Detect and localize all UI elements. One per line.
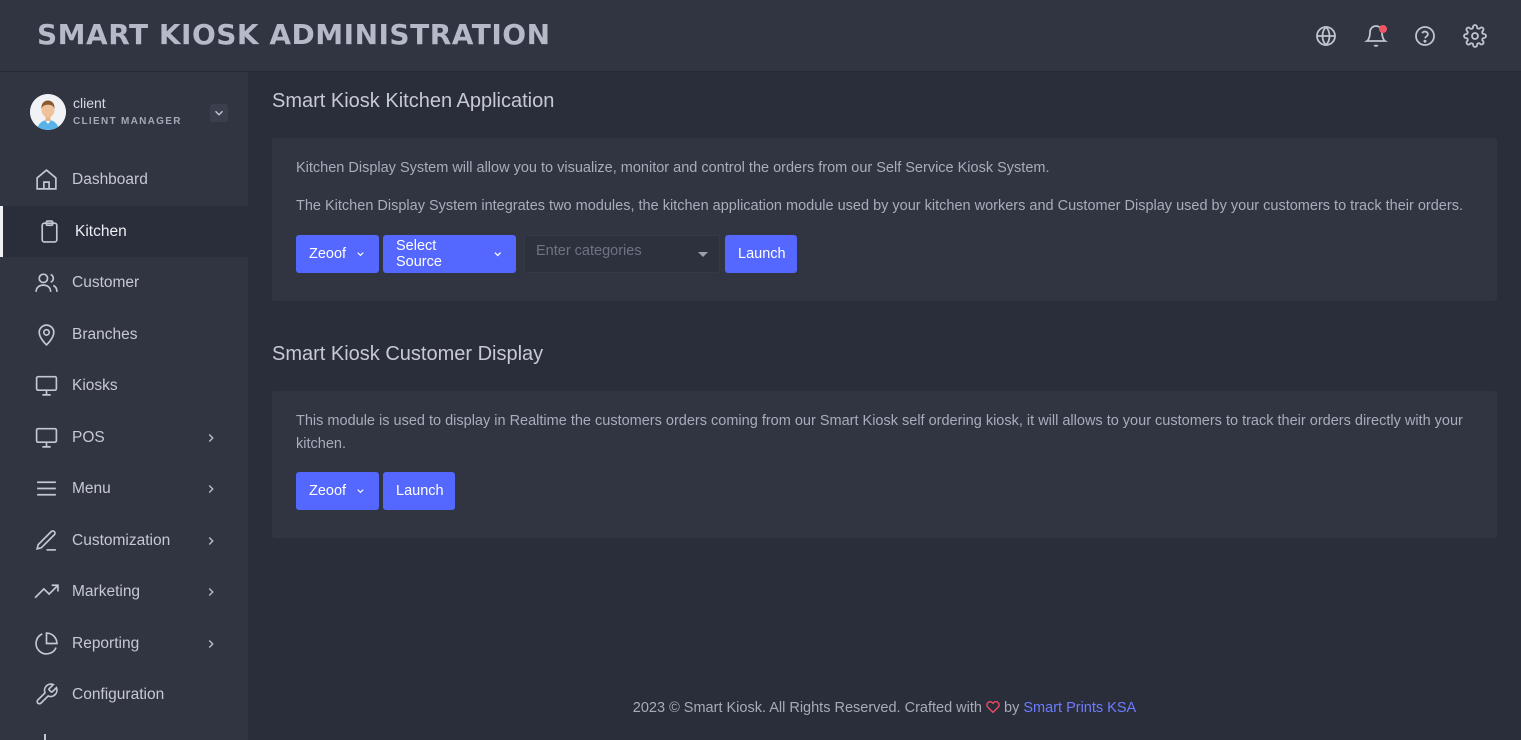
sidebar-item-label: Kitchen xyxy=(75,222,127,240)
brand-title: SMART KIOSK ADMINISTRATION xyxy=(37,18,551,51)
kitchen-section-title: Smart Kiosk Kitchen Application xyxy=(272,90,555,112)
sidebar-item-label: Customer xyxy=(72,273,140,291)
customer-display-description-2: kitchen. xyxy=(296,436,346,452)
chevron-right-icon xyxy=(204,637,218,651)
customer-display-description-1: This module is used to display in Realti… xyxy=(296,413,1463,429)
sidebar-item-marketing[interactable]: Marketing xyxy=(0,566,248,617)
sidebar-item-label: Marketing xyxy=(72,582,141,600)
sidebar-item-kiosks[interactable]: Kiosks xyxy=(0,360,248,411)
partial-next-item-icon xyxy=(44,734,46,740)
gear-icon[interactable] xyxy=(1463,24,1487,48)
sidebar-item-label: Branches xyxy=(72,325,138,343)
sidebar-item-kitchen[interactable]: Kitchen xyxy=(0,206,248,257)
chevron-down-icon xyxy=(493,252,501,257)
chevron-right-icon xyxy=(204,534,218,548)
sidebar-item-customer[interactable]: Customer xyxy=(0,257,248,308)
customer-display-section-title: Smart Kiosk Customer Display xyxy=(272,343,544,365)
sidebar-item-pos[interactable]: POS xyxy=(0,412,248,463)
customer-display-card: This module is used to display in Realti… xyxy=(272,391,1497,538)
users-icon xyxy=(34,270,59,295)
user-profile[interactable]: client CLIENT MANAGER xyxy=(30,94,230,134)
sidebar-item-branches[interactable]: Branches xyxy=(0,309,248,360)
sidebar-item-label: Kiosks xyxy=(72,376,118,394)
edit-icon xyxy=(34,528,59,553)
kitchen-launch-label: Launch xyxy=(738,246,786,262)
user-role: CLIENT MANAGER xyxy=(73,116,182,127)
bell-icon[interactable] xyxy=(1364,24,1388,48)
monitor-icon xyxy=(34,373,59,398)
sidebar-item-dashboard[interactable]: Dashboard xyxy=(0,154,248,205)
sidebar-item-label: Reporting xyxy=(72,634,140,652)
categories-placeholder: Enter categories xyxy=(536,243,642,259)
sidebar-item-configuration[interactable]: Configuration xyxy=(0,669,248,720)
sidebar-item-label: Customization xyxy=(72,531,171,549)
wrench-icon xyxy=(34,682,59,707)
heart-icon xyxy=(986,700,1000,714)
select-source-dropdown[interactable]: Select Source xyxy=(383,235,516,273)
chevron-down-icon xyxy=(215,110,223,116)
chevron-down-icon xyxy=(357,489,364,494)
globe-icon[interactable] xyxy=(1314,24,1338,48)
notification-dot xyxy=(1379,25,1387,33)
sidebar-item-label: Dashboard xyxy=(72,170,148,188)
customer-display-branch-label: Zeoof xyxy=(309,483,347,499)
categories-select[interactable]: Enter categories xyxy=(524,235,720,273)
chevron-right-icon xyxy=(204,482,218,496)
chevron-right-icon xyxy=(204,431,218,445)
home-icon xyxy=(34,167,59,192)
clipboard-icon xyxy=(37,219,62,244)
kitchen-card: Kitchen Display System will allow you to… xyxy=(272,138,1497,301)
user-name: client xyxy=(73,95,106,111)
kitchen-launch-button[interactable]: Launch xyxy=(725,235,797,273)
user-menu-toggle[interactable] xyxy=(210,104,228,122)
footer-company-link[interactable]: Smart Prints KSA xyxy=(1023,700,1136,716)
footer-by: by xyxy=(1004,700,1020,716)
kitchen-description-1: Kitchen Display System will allow you to… xyxy=(296,160,1050,176)
sidebar-item-reporting[interactable]: Reporting xyxy=(0,618,248,669)
kitchen-description-2: The Kitchen Display System integrates tw… xyxy=(296,198,1463,214)
select-source-label: Select Source xyxy=(396,238,442,270)
footer-copyright: 2023 © Smart Kiosk. All Rights Reserved.… xyxy=(632,700,982,716)
customer-display-launch-label: Launch xyxy=(396,483,444,499)
kitchen-branch-dropdown[interactable]: Zeoof xyxy=(296,235,379,273)
sidebar: client CLIENT MANAGER Dashboard Kitchen … xyxy=(0,72,248,740)
chevron-down-icon xyxy=(357,252,364,257)
sidebar-item-customization[interactable]: Customization xyxy=(0,515,248,566)
menu-icon xyxy=(34,476,59,501)
monitor-icon xyxy=(34,425,59,450)
caret-down-icon xyxy=(698,252,708,257)
sidebar-item-label: Menu xyxy=(72,479,111,497)
sidebar-item-label: POS xyxy=(72,428,105,446)
footer: 2023 © Smart Kiosk. All Rights Reserved.… xyxy=(248,700,1521,716)
customer-display-launch-button[interactable]: Launch xyxy=(383,472,455,510)
map-pin-icon xyxy=(34,322,59,347)
kitchen-branch-label: Zeoof xyxy=(309,246,347,262)
top-bar: SMART KIOSK ADMINISTRATION xyxy=(0,0,1521,72)
help-icon[interactable] xyxy=(1413,24,1437,48)
customer-display-branch-dropdown[interactable]: Zeoof xyxy=(296,472,379,510)
trending-up-icon xyxy=(34,579,59,604)
sidebar-item-menu[interactable]: Menu xyxy=(0,463,248,514)
main-content: Smart Kiosk Kitchen Application Kitchen … xyxy=(248,72,1521,740)
chevron-right-icon xyxy=(204,585,218,599)
pie-chart-icon xyxy=(34,631,59,656)
sidebar-item-label: Configuration xyxy=(72,685,165,703)
avatar xyxy=(30,94,66,130)
